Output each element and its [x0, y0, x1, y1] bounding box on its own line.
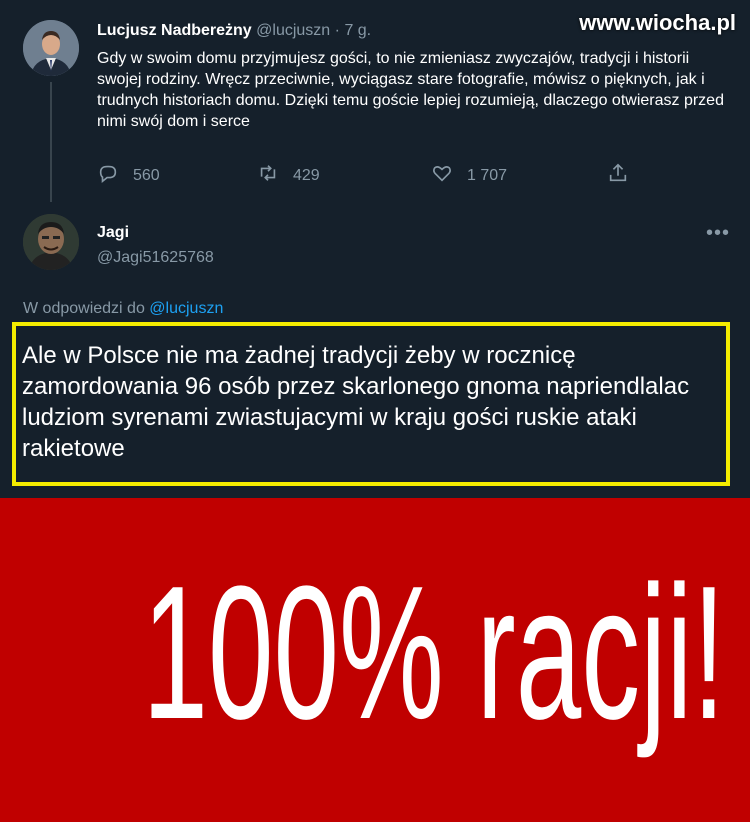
tweet-actions: 560 429 1 707: [97, 162, 637, 188]
tweet-header: Lucjusz Nadbereżny @lucjuszn · 7 g.: [97, 22, 371, 40]
thread-line: [50, 82, 52, 202]
avatar[interactable]: [23, 214, 79, 270]
tweet-time[interactable]: 7 g.: [344, 22, 371, 39]
avatar[interactable]: [23, 20, 79, 76]
watermark: www.wiocha.pl: [579, 10, 736, 35]
tweet-text: Gdy w swoim domu przyjmujesz gości, to n…: [97, 50, 724, 130]
author-handle[interactable]: @Jagi51625768: [97, 249, 214, 267]
retweet-button[interactable]: 429: [257, 162, 320, 189]
banner-text: 100% racji!: [142, 547, 726, 759]
reply-context: W odpowiedzi do @lucjuszn: [23, 300, 223, 318]
reply-prefix: W odpowiedzi do: [23, 300, 145, 317]
tweet-thread: www.wiocha.pl Lucjusz Nadbereżny @lucjus…: [0, 0, 750, 498]
reply-icon: [97, 162, 119, 189]
author-name[interactable]: Jagi: [97, 224, 129, 242]
share-icon: [607, 162, 629, 189]
reply-button[interactable]: 560: [97, 162, 160, 189]
retweet-count: 429: [293, 166, 320, 184]
like-button[interactable]: 1 707: [431, 162, 507, 189]
more-icon[interactable]: •••: [706, 222, 730, 245]
heart-icon: [431, 162, 453, 189]
retweet-icon: [257, 162, 279, 189]
reply-count: 560: [133, 166, 160, 184]
author-name[interactable]: Lucjusz Nadbereżny: [97, 22, 252, 39]
reply-mention-link[interactable]: @lucjuszn: [149, 300, 223, 317]
like-count: 1 707: [467, 166, 508, 184]
tweet-text: Ale w Polsce nie ma żadnej tradycji żeby…: [22, 342, 690, 462]
share-button[interactable]: [607, 162, 629, 189]
caption-banner: 100% racji!: [0, 498, 750, 822]
separator: ·: [334, 22, 340, 39]
author-handle[interactable]: @lucjuszn: [256, 22, 330, 39]
